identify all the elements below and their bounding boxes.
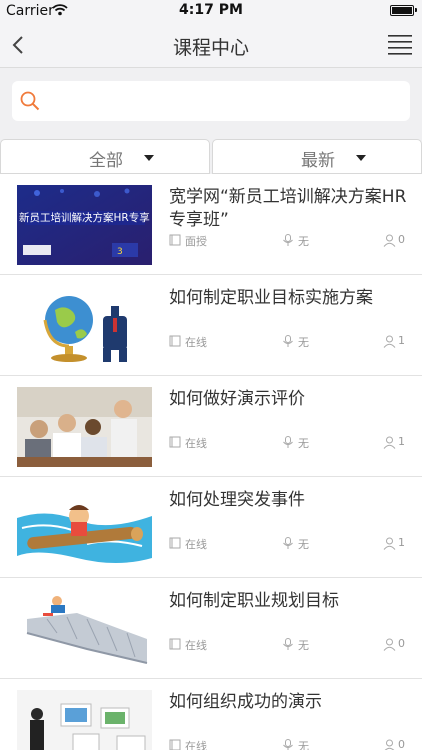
person-icon	[383, 436, 396, 449]
course-count-label: 1	[398, 435, 405, 448]
course-title: 如何制定职业目标实施方案	[169, 288, 373, 308]
course-item[interactable]: 如何组织成功的演示 在线 无 0	[0, 679, 422, 750]
course-title: 宽学网“新员工培训解决方案HR专享班”	[169, 187, 407, 230]
person-icon	[383, 335, 396, 348]
filter-all-dropdown[interactable]: 全部	[0, 139, 210, 174]
course-count-label: 0	[398, 233, 405, 246]
microphone-icon	[283, 537, 293, 549]
course-thumbnail	[17, 286, 152, 366]
clock: 4:17 PM	[179, 2, 243, 18]
filter-all-label: 全部	[89, 151, 123, 171]
course-count-label: 0	[398, 738, 405, 750]
course-list: 3 新员工培训解决方案HR专享班 宽学网“新员工培训解决方案HR专享班” 面授 …	[0, 174, 422, 750]
filter-latest-dropdown[interactable]: 最新	[212, 139, 422, 174]
course-item[interactable]: 3 新员工培训解决方案HR专享班 宽学网“新员工培训解决方案HR专享班” 面授 …	[0, 174, 422, 275]
course-teacher-label: 无	[298, 336, 309, 349]
course-count-label: 1	[398, 536, 405, 549]
course-thumbnail	[17, 488, 152, 568]
course-teacher-label: 无	[298, 437, 309, 450]
course-title: 如何做好演示评价	[169, 389, 305, 409]
microphone-icon	[283, 638, 293, 650]
search-box[interactable]	[12, 81, 410, 121]
course-mode-label: 在线	[185, 740, 207, 750]
search-icon	[20, 91, 40, 111]
microphone-icon	[283, 234, 293, 246]
course-title: 如何组织成功的演示	[169, 692, 322, 712]
course-item[interactable]: 如何做好演示评价 在线 无 1	[0, 376, 422, 477]
course-thumbnail: 3 新员工培训解决方案HR专享班	[17, 185, 152, 265]
course-mode-label: 在线	[185, 538, 207, 551]
book-icon	[169, 739, 181, 750]
person-icon	[383, 537, 396, 550]
course-teacher-label: 无	[298, 235, 309, 248]
status-bar: Carrier 4:17 PM	[0, 0, 422, 22]
person-icon	[384, 739, 395, 750]
course-title: 如何处理突发事件	[169, 490, 305, 510]
book-icon	[169, 537, 181, 549]
battery-icon	[390, 5, 417, 16]
page-title: 课程中心	[172, 37, 249, 59]
course-thumbnail	[17, 387, 152, 467]
filter-latest-label: 最新	[301, 151, 335, 171]
microphone-icon	[283, 739, 293, 750]
course-mode-label: 面授	[185, 235, 207, 248]
course-count-label: 1	[398, 334, 405, 347]
book-icon	[169, 335, 181, 347]
course-item[interactable]: 如何制定职业规划目标 在线 无 0	[0, 578, 422, 679]
thumbnail-banner-text: 新员工培训解决方案HR专享班	[19, 212, 150, 224]
search-input[interactable]	[50, 87, 400, 115]
book-icon	[169, 234, 181, 246]
book-icon	[169, 638, 181, 650]
microphone-icon	[283, 335, 293, 347]
search-section	[0, 68, 422, 136]
hamburger-menu-icon[interactable]	[388, 34, 412, 56]
course-teacher-label: 无	[298, 639, 309, 652]
filter-bar: 全部 最新	[0, 139, 422, 174]
course-teacher-label: 无	[298, 740, 309, 750]
caret-down-icon	[356, 155, 366, 161]
course-item[interactable]: 如何处理突发事件 在线 无 1	[0, 477, 422, 578]
course-thumbnail	[17, 589, 152, 669]
course-mode-label: 在线	[185, 336, 207, 349]
person-icon	[383, 638, 396, 651]
course-count-label: 0	[398, 637, 405, 650]
nav-bar: 课程中心	[0, 22, 422, 68]
caret-down-icon	[144, 155, 154, 161]
course-title: 如何制定职业规划目标	[169, 591, 339, 611]
course-teacher-label: 无	[298, 538, 309, 551]
book-icon	[169, 436, 181, 448]
course-mode-label: 在线	[185, 437, 207, 450]
course-item[interactable]: 如何制定职业目标实施方案 在线 无 1	[0, 275, 422, 376]
microphone-icon	[283, 436, 293, 448]
person-icon	[383, 234, 396, 247]
svg-text:3: 3	[117, 247, 123, 257]
course-thumbnail	[17, 690, 152, 750]
course-mode-label: 在线	[185, 639, 207, 652]
